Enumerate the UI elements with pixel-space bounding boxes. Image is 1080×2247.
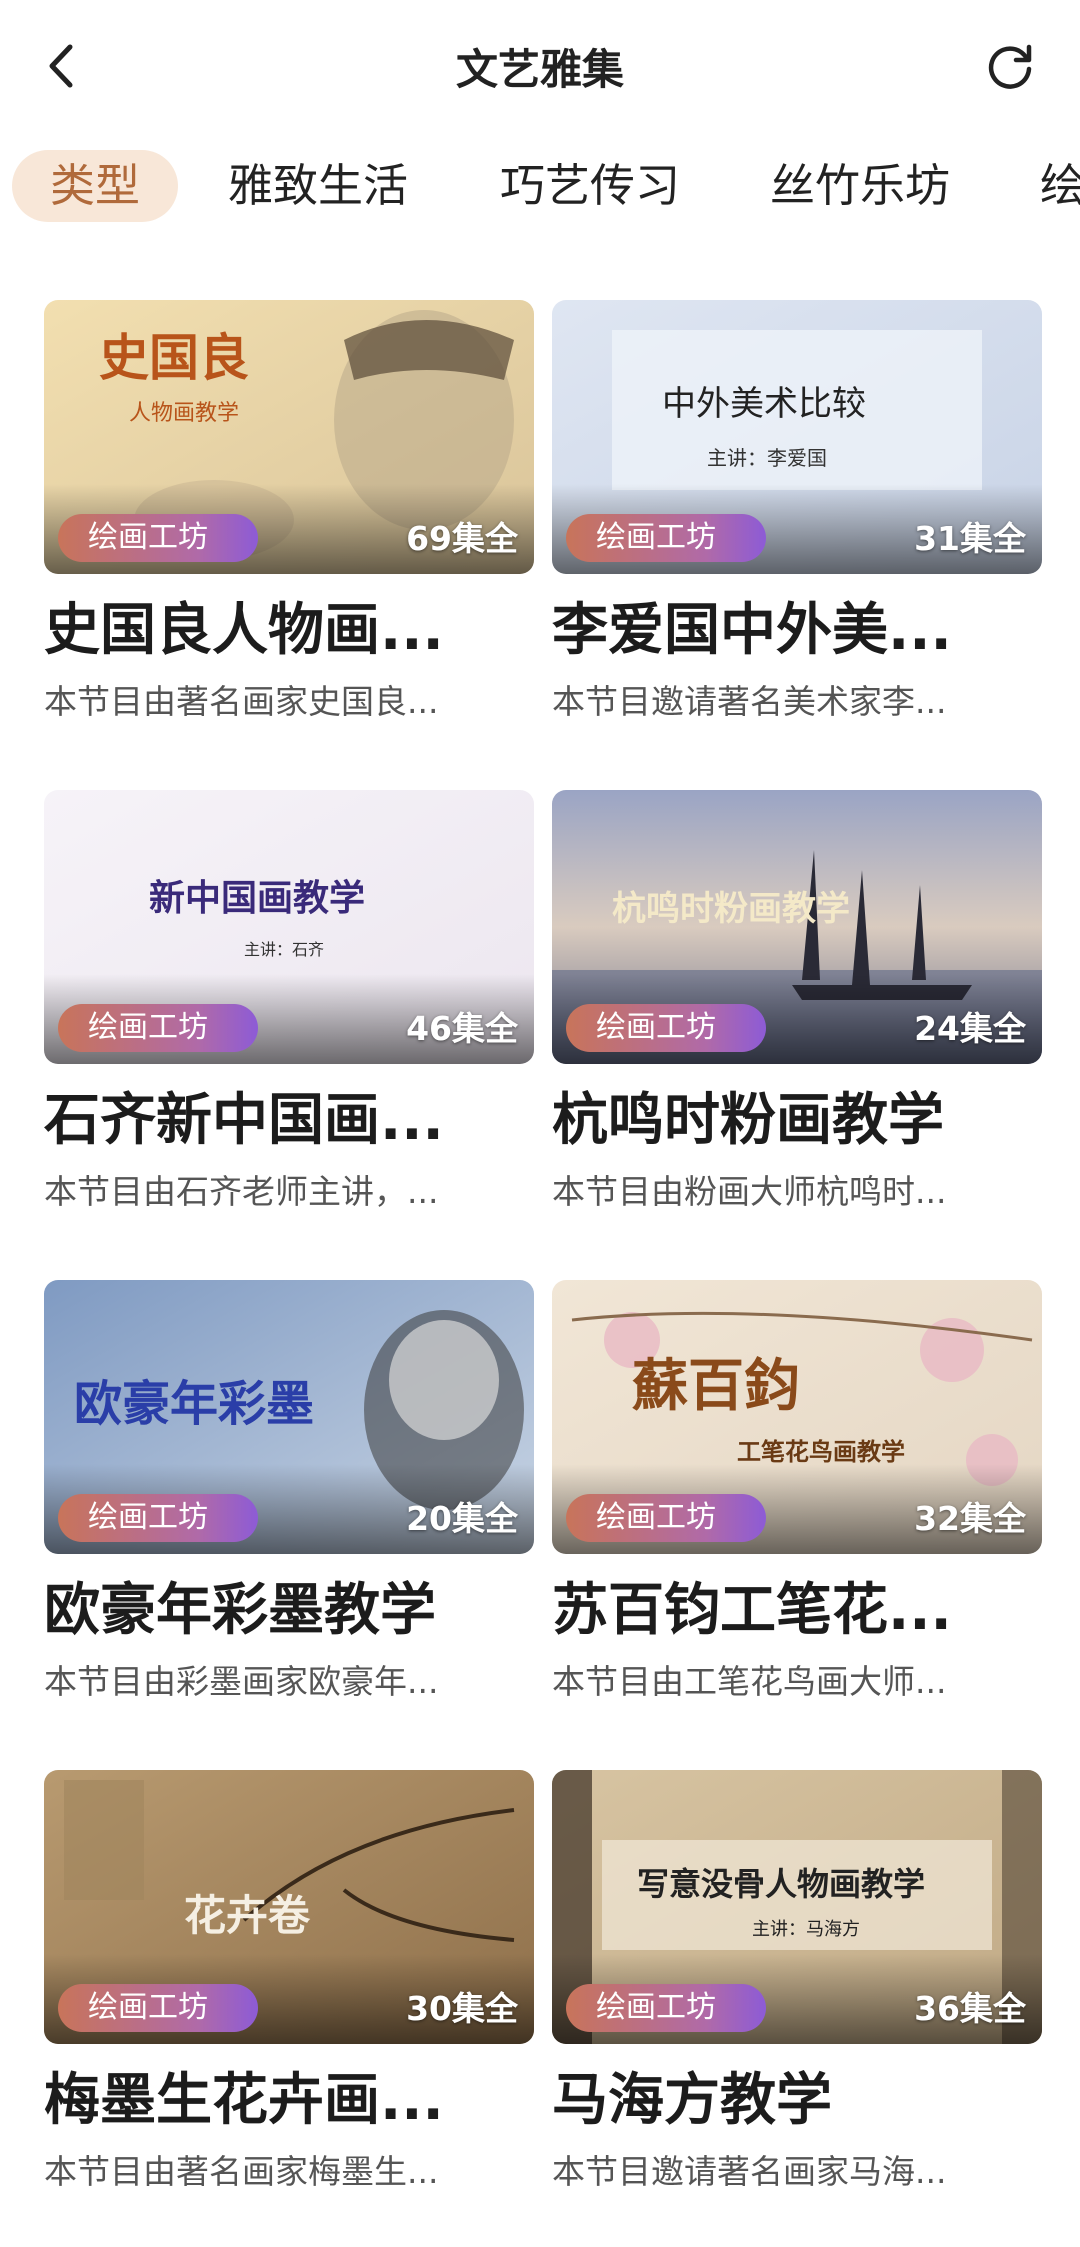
program-card[interactable]: 写意没骨人物画教学 主讲：马海方 绘画工坊 36集全 马海方教学 本节目邀请著名… xyxy=(552,1770,1042,2194)
thumbnail-title: 杭鸣时粉画教学 xyxy=(612,889,850,929)
category-badge: 绘画工坊 xyxy=(566,1984,766,2032)
tab-craft-learning[interactable]: 巧艺传习 xyxy=(500,150,680,222)
tab-painting[interactable]: 绘 xyxy=(1040,150,1080,222)
program-title: 马海方教学 xyxy=(552,2068,832,2133)
program-title: 李爱国中外美... xyxy=(552,598,952,663)
episode-count: 46集全 xyxy=(406,1009,518,1048)
thumbnail-title: 花卉卷 xyxy=(184,1891,311,1940)
program-title: 杭鸣时粉画教学 xyxy=(552,1088,944,1153)
category-badge: 绘画工坊 xyxy=(566,514,766,562)
thumbnail-subtitle: 人物画教学 xyxy=(129,401,239,426)
episode-count: 32集全 xyxy=(914,1499,1026,1538)
episode-count: 30集全 xyxy=(406,1989,518,2028)
refresh-button[interactable] xyxy=(980,36,1040,96)
program-description: 本节目由著名画家梅墨生... xyxy=(44,2152,439,2191)
category-badge: 绘画工坊 xyxy=(58,1494,258,1542)
page-title: 文艺雅集 xyxy=(455,45,624,94)
program-thumbnail: 写意没骨人物画教学 主讲：马海方 绘画工坊 36集全 xyxy=(552,1770,1042,2044)
program-card[interactable]: 史国良 人物画教学 绘画工坊 69集全 史国良人物画... 本节目由著名画家史国… xyxy=(44,300,534,724)
thumbnail-subtitle: 工笔花鸟画教学 xyxy=(737,1437,905,1466)
program-description: 本节目邀请著名画家马海... xyxy=(552,2152,947,2191)
program-description: 本节目由粉画大师杭鸣时... xyxy=(552,1172,947,1211)
category-badge: 绘画工坊 xyxy=(566,1004,766,1052)
thumbnail-title: 新中国画教学 xyxy=(149,877,365,919)
program-description: 本节目由石齐老师主讲，... xyxy=(44,1172,439,1211)
program-title: 史国良人物画... xyxy=(44,598,444,663)
top-bar: 文艺雅集 xyxy=(0,0,1080,130)
program-title: 梅墨生花卉画... xyxy=(44,2068,444,2133)
thumbnail-subtitle: 主讲：石齐 xyxy=(244,940,324,959)
thumbnail-title: 欧豪年彩墨 xyxy=(74,1376,314,1432)
program-thumbnail: 新中国画教学 主讲：石齐 绘画工坊 46集全 xyxy=(44,790,534,1064)
program-description: 本节目邀请著名美术家李... xyxy=(552,682,947,721)
thumbnail-title: 蘇百鈞 xyxy=(632,1353,800,1419)
program-card[interactable]: 欧豪年彩墨 绘画工坊 20集全 欧豪年彩墨教学 本节目由彩墨画家欧豪年... xyxy=(44,1280,534,1704)
program-description: 本节目由彩墨画家欧豪年... xyxy=(44,1662,439,1701)
program-description: 本节目由工笔花鸟画大师... xyxy=(552,1662,947,1701)
program-card[interactable]: 花卉卷 绘画工坊 30集全 梅墨生花卉画... 本节目由著名画家梅墨生... xyxy=(44,1770,534,2194)
tab-type[interactable]: 类型 xyxy=(12,150,179,222)
thumbnail-subtitle: 主讲：李爱国 xyxy=(707,446,827,470)
program-thumbnail: 欧豪年彩墨 绘画工坊 20集全 xyxy=(44,1280,534,1554)
episode-count: 31集全 xyxy=(914,519,1026,558)
program-title: 苏百钧工笔花... xyxy=(552,1578,952,1643)
episode-count: 36集全 xyxy=(914,1989,1026,2028)
program-title: 石齐新中国画... xyxy=(44,1088,444,1153)
thumbnail-title: 史国良 xyxy=(99,328,249,387)
program-card[interactable]: 杭鸣时粉画教学 绘画工坊 24集全 杭鸣时粉画教学 本节目由粉画大师杭鸣时... xyxy=(552,790,1042,1214)
category-badge: 绘画工坊 xyxy=(58,1004,258,1052)
program-thumbnail: 中外美术比较 主讲：李爱国 绘画工坊 31集全 xyxy=(552,300,1042,574)
thumbnail-title: 中外美术比较 xyxy=(662,384,866,424)
program-card[interactable]: 中外美术比较 主讲：李爱国 绘画工坊 31集全 李爱国中外美... 本节目邀请著… xyxy=(552,300,1042,724)
category-badge: 绘画工坊 xyxy=(566,1494,766,1542)
program-thumbnail: 蘇百鈞 工笔花鸟画教学 绘画工坊 32集全 xyxy=(552,1280,1042,1554)
category-tabs: 类型 雅致生活 巧艺传习 丝竹乐坊 绘 xyxy=(0,150,1080,230)
program-thumbnail: 杭鸣时粉画教学 绘画工坊 24集全 xyxy=(552,790,1042,1064)
category-badge: 绘画工坊 xyxy=(58,1984,258,2032)
program-thumbnail: 史国良 人物画教学 绘画工坊 69集全 xyxy=(44,300,534,574)
episode-count: 20集全 xyxy=(406,1499,518,1538)
thumbnail-subtitle: 主讲：马海方 xyxy=(752,1919,860,1940)
episode-count: 69集全 xyxy=(406,519,518,558)
tab-music-workshop[interactable]: 丝竹乐坊 xyxy=(770,150,950,222)
program-card[interactable]: 新中国画教学 主讲：石齐 绘画工坊 46集全 石齐新中国画... 本节目由石齐老… xyxy=(44,790,534,1214)
program-thumbnail: 花卉卷 绘画工坊 30集全 xyxy=(44,1770,534,2044)
program-description: 本节目由著名画家史国良... xyxy=(44,682,439,721)
episode-count: 24集全 xyxy=(914,1009,1026,1048)
program-title: 欧豪年彩墨教学 xyxy=(44,1578,436,1643)
program-card[interactable]: 蘇百鈞 工笔花鸟画教学 绘画工坊 32集全 苏百钧工笔花... 本节目由工笔花鸟… xyxy=(552,1280,1042,1704)
tab-elegant-life[interactable]: 雅致生活 xyxy=(228,150,408,222)
category-badge: 绘画工坊 xyxy=(58,514,258,562)
thumbnail-title: 写意没骨人物画教学 xyxy=(637,1865,925,1903)
refresh-icon xyxy=(988,44,1032,89)
